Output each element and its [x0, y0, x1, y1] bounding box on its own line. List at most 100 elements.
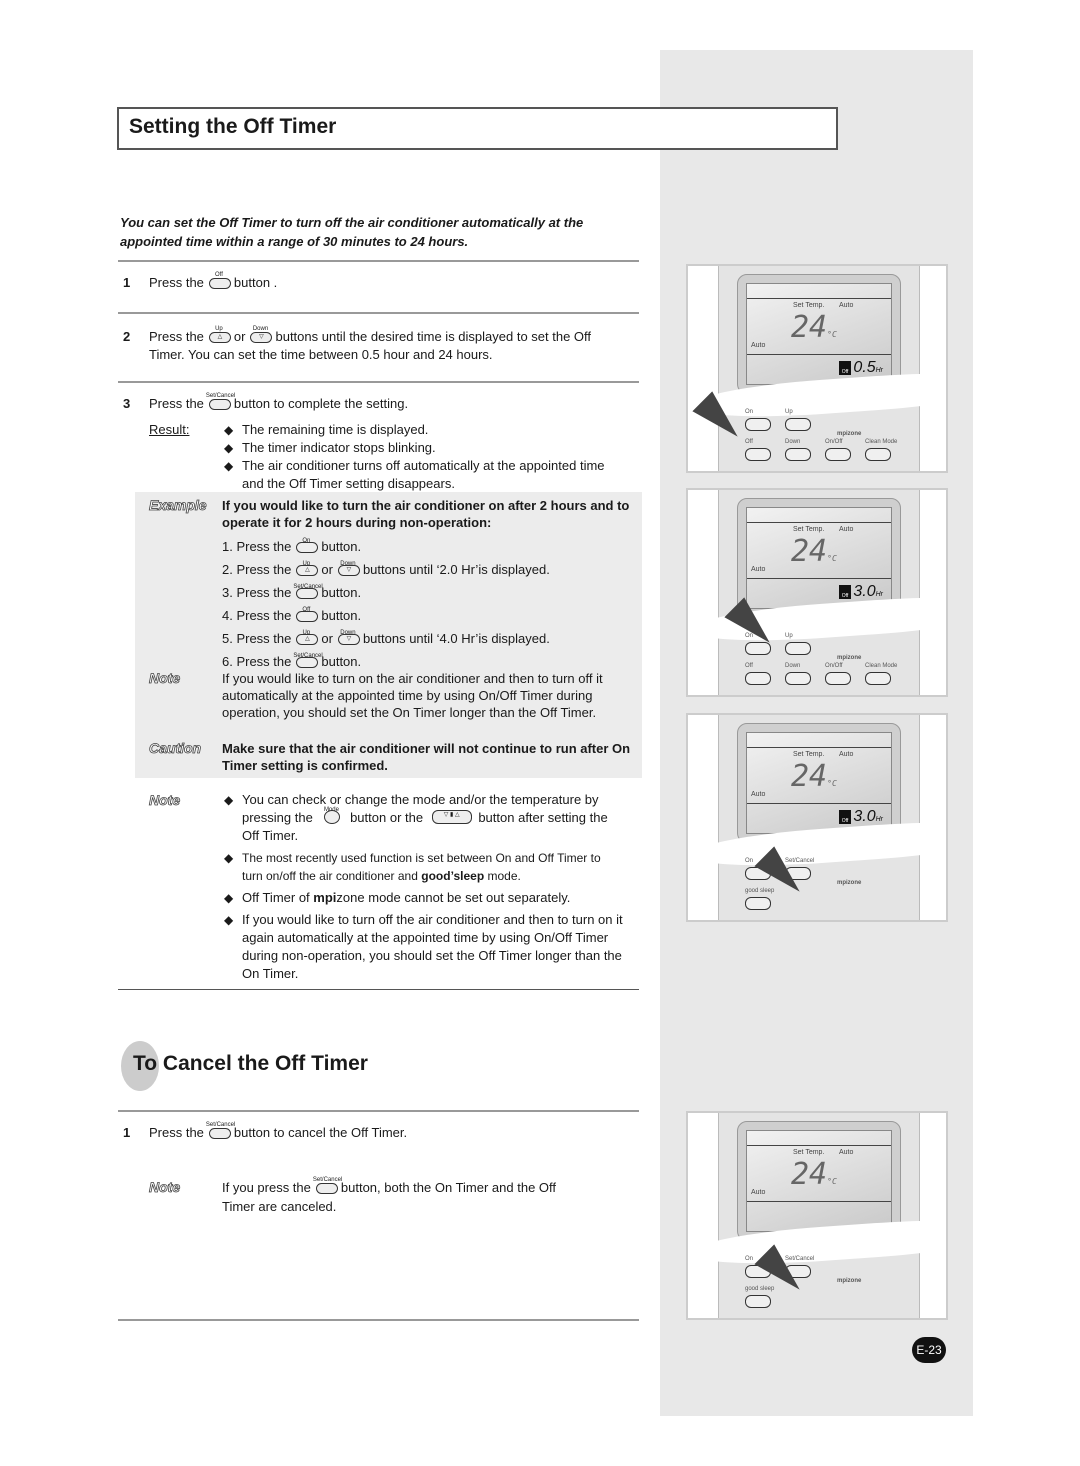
- divider: [118, 260, 639, 262]
- remote-key: [745, 1295, 771, 1308]
- lcd-display: Set Temp. Auto Auto 24°C Off 0.5Hr: [746, 283, 892, 385]
- caution-label: Caution: [149, 740, 202, 757]
- example-steps: 1. Press the On button. 2. Press the Up △ or D…: [222, 535, 637, 673]
- remote-key-label: On/Off: [825, 663, 843, 669]
- mpi-zone-logo: mpizone: [837, 880, 862, 886]
- note-bullet: Off Timer of mpizone mode cannot be set …: [224, 889, 624, 907]
- lcd-time: 3.0Hr: [853, 808, 883, 825]
- remote-key-label: Down: [785, 663, 801, 669]
- lcd-temperature: 24: [791, 759, 828, 794]
- remote-key-label: Off: [745, 663, 753, 669]
- remote-key: [745, 897, 771, 910]
- manual-page: Setting the Off Timer You can set the Of…: [0, 0, 1080, 1466]
- note-label: Note: [149, 792, 181, 809]
- divider: [118, 1110, 639, 1112]
- down-button-icon: Down ▽: [247, 326, 273, 343]
- note-bullet: The most recently used function is set b…: [224, 849, 624, 885]
- set-cancel-button-icon: Set/Cancel: [293, 584, 323, 599]
- remote-key-label: Clean Mode: [865, 439, 898, 445]
- remote-key: [825, 448, 851, 461]
- lcd-temperature: 24: [791, 310, 828, 345]
- up-button-icon: Up △: [206, 326, 232, 343]
- caution-text: Make sure that the air conditioner will …: [222, 741, 631, 773]
- on-button-icon: On: [293, 538, 319, 553]
- divider: [118, 989, 639, 990]
- down-button-icon: Down ▽: [335, 561, 361, 576]
- up-button-icon: Up △: [293, 630, 319, 645]
- remote-key-label: Up: [785, 409, 793, 415]
- remote-illustration: Set Temp. Auto Auto 24°C Off 3.0Hr On Set/…: [686, 713, 948, 922]
- page-number: E-23: [912, 1337, 946, 1363]
- remote-key: [865, 672, 891, 685]
- lcd-display: Set Temp. Auto Auto 24°C Off 3.0Hr: [746, 507, 892, 609]
- remote-key-label: On: [745, 858, 754, 864]
- remote-key: [785, 642, 811, 655]
- mpi-zone-logo: mpizone: [837, 655, 862, 661]
- mode-button-icon: Mode: [318, 807, 344, 824]
- remote-key-label: On/Off: [825, 439, 843, 445]
- divider: [118, 1319, 639, 1321]
- divider: [118, 312, 639, 314]
- lcd-time: 0.5Hr: [853, 359, 883, 376]
- lcd-temperature: 24: [791, 1157, 828, 1192]
- down-button-icon: Down ▽: [335, 630, 361, 645]
- off-timer-indicator-icon: Off: [839, 585, 851, 599]
- mpi-zone-logo: mpizone: [837, 1278, 862, 1284]
- note-label: Note: [149, 1179, 181, 1196]
- lcd-time: 3.0Hr: [853, 583, 883, 600]
- example-box: Example If you would like to turn the ai…: [135, 492, 642, 778]
- divider: [118, 381, 639, 383]
- note-text: If you would like to turn on the air con…: [222, 671, 603, 720]
- example-heading: If you would like to turn the air condit…: [222, 498, 630, 530]
- remote-key: [785, 672, 811, 685]
- remote-key: [785, 448, 811, 461]
- remote-illustration: Set Temp. Auto Auto 24°C Off 3.0Hr On Up Of…: [686, 488, 948, 697]
- result-label: Result:: [149, 422, 190, 437]
- mpi-zone-logo: mpizone: [837, 431, 862, 437]
- set-cancel-button-icon: Set/Cancel: [206, 1122, 235, 1139]
- example-step: 3. Press the Set/Cancel button.: [222, 584, 362, 600]
- remote-key-label: good sleep: [745, 888, 775, 894]
- section-title: To Cancel the Off Timer: [133, 1052, 368, 1075]
- set-cancel-button-icon: Set/Cancel: [293, 653, 323, 668]
- remote-key-label: On: [745, 1256, 754, 1262]
- page-title: Setting the Off Timer: [129, 115, 337, 138]
- note-bullet: You can check or change the mode and/or …: [224, 791, 624, 845]
- up-button-icon: Up △: [293, 561, 319, 576]
- lcd-display: Set Temp. Auto Auto 24°C Off 3.0Hr: [746, 732, 892, 834]
- mpi-zone-logo: mpi: [313, 890, 337, 905]
- example-label: Example: [149, 497, 207, 514]
- remote-key-label: Off: [745, 439, 753, 445]
- remote-key-label: Up: [785, 633, 793, 639]
- remote-key-label: On: [745, 409, 754, 415]
- example-step: 5. Press the Up △ or Down ▽ buttons until ‘4.0…: [222, 630, 550, 646]
- remote-key: [785, 418, 811, 431]
- result-bullet: The remaining time is displayed.: [224, 421, 614, 439]
- remote-illustration: Set Temp. Auto Auto 24°C Off 0.5Hr On Up Of…: [686, 264, 948, 473]
- example-step: 4. Press the Off button.: [222, 607, 362, 623]
- title-box: Setting the Off Timer: [117, 107, 838, 150]
- remote-illustration: Set Temp. Auto Auto 24°C On Set/Cancel goo…: [686, 1111, 948, 1320]
- remote-key-label: Down: [785, 439, 801, 445]
- lcd-display: Set Temp. Auto Auto 24°C: [746, 1130, 892, 1232]
- set-cancel-button-icon: Set/Cancel: [206, 393, 235, 410]
- remote-key: [745, 672, 771, 685]
- result-bullet: The air conditioner turns off automatica…: [224, 457, 614, 493]
- intro-text: You can set the Off Timer to turn off th…: [120, 215, 584, 249]
- off-timer-indicator-icon: Off: [839, 810, 851, 824]
- note-label: Note: [149, 670, 181, 687]
- off-button-icon: Off: [293, 607, 319, 622]
- note-bullet: If you would like to turn off the air co…: [224, 911, 624, 983]
- remote-key-label: good sleep: [745, 1286, 775, 1292]
- remote-key-label: Clean Mode: [865, 663, 898, 669]
- remote-key: [745, 448, 771, 461]
- set-cancel-button-icon: Set/Cancel: [313, 1177, 342, 1194]
- off-button-icon: Off: [206, 272, 232, 289]
- temperature-button-icon: ▽ ▮ △: [429, 810, 473, 824]
- example-step: 1. Press the On button.: [222, 538, 362, 554]
- remote-key: [825, 672, 851, 685]
- lcd-temperature: 24: [791, 534, 828, 569]
- result-bullet: The timer indicator stops blinking.: [224, 439, 614, 457]
- good-sleep-logo: good’sleep: [421, 869, 485, 883]
- remote-key: [745, 418, 771, 431]
